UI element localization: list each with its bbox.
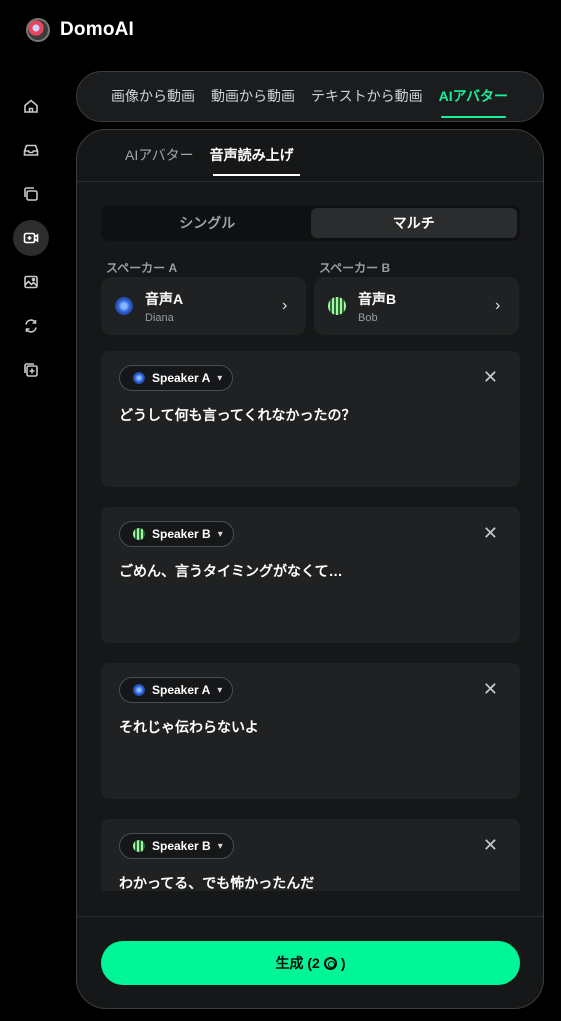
tab-ai-avatar[interactable]: AIアバター xyxy=(439,71,508,122)
refresh-icon xyxy=(25,319,37,333)
speaker-b-selector[interactable]: 音声B Bob › xyxy=(314,277,519,335)
generate-label: 生成 (2 xyxy=(275,955,320,971)
coin-icon xyxy=(323,956,337,970)
speaker-a-label: スペーカー A xyxy=(106,261,178,275)
line-speaker-label: Speaker A xyxy=(152,683,211,697)
line-text[interactable]: わかってる、でも怖かったんだ xyxy=(119,873,314,891)
voice-b-icon xyxy=(133,840,145,852)
line-speaker-label: Speaker A xyxy=(152,371,211,385)
toggle-single[interactable]: シングル xyxy=(104,208,311,238)
tab-video-to-video[interactable]: 動画から動画 xyxy=(211,71,295,122)
line-speaker-select[interactable]: Speaker B ▾ xyxy=(119,521,234,547)
tab-image-to-video[interactable]: 画像から動画 xyxy=(111,71,195,122)
voice-a-icon xyxy=(115,297,133,315)
voice-b-icon xyxy=(133,528,145,540)
sidebar-item-image[interactable] xyxy=(13,264,49,300)
generate-label-end: ) xyxy=(340,955,346,971)
generate-button[interactable]: 生成 (2 ) xyxy=(101,941,520,985)
sidebar-item-ai-avatar[interactable] xyxy=(13,220,49,256)
layers-icon xyxy=(24,187,38,201)
tab-text-to-video[interactable]: テキストから動画 xyxy=(311,71,423,122)
line-text[interactable]: それじゃ伝わらないよ xyxy=(119,717,259,737)
image-icon xyxy=(24,275,38,289)
sub-tabs: AIアバター 音声読み上げ xyxy=(77,130,543,182)
chevron-down-icon: ▾ xyxy=(217,840,223,852)
sidebar-item-home[interactable] xyxy=(13,88,49,124)
sidebar-item-layers[interactable] xyxy=(13,176,49,212)
sidebar-item-add-media[interactable] xyxy=(13,352,49,388)
speaker-a-selector[interactable]: 音声A Diana › xyxy=(101,277,306,335)
dialogue-line: Speaker B ▾ ✕ ごめん、言うタイミングがなくて… xyxy=(101,507,520,643)
close-icon[interactable]: ✕ xyxy=(483,368,498,386)
chevron-down-icon: ▾ xyxy=(217,372,223,384)
voice-b-icon xyxy=(328,297,346,315)
mode-tabs: 画像から動画 動画から動画 テキストから動画 AIアバター xyxy=(76,71,544,122)
speaker-a-voice: Diana xyxy=(145,311,174,324)
line-text[interactable]: ごめん、言うタイミングがなくて… xyxy=(119,561,343,581)
sidebar-item-refresh[interactable] xyxy=(13,308,49,344)
app-name: DomoAI xyxy=(60,19,135,40)
speaker-b-label: スペーカー B xyxy=(319,261,391,275)
speaker-a-name: 音声A xyxy=(145,290,184,307)
chevron-right-icon: › xyxy=(282,297,288,314)
line-speaker-label: Speaker B xyxy=(152,527,211,541)
main-panel: AIアバター 音声読み上げ シングル マルチ スペーカー A スペーカー B 音… xyxy=(76,129,544,1009)
voice-a-icon xyxy=(133,684,145,696)
voice-a-icon xyxy=(133,372,145,384)
dialogue-line: Speaker A ▾ ✕ それじゃ伝わらないよ xyxy=(101,663,520,799)
speaker-mode-toggle: シングル マルチ xyxy=(101,205,520,241)
dialogue-lines: Speaker A ▾ ✕ どうして何も言ってくれなかったの？ Speaker … xyxy=(101,351,520,891)
subtab-text-to-speech[interactable]: 音声読み上げ xyxy=(210,145,300,181)
toggle-multi[interactable]: マルチ xyxy=(310,208,517,238)
line-speaker-select[interactable]: Speaker B ▾ xyxy=(119,833,234,859)
dialogue-line: Speaker B ▾ ✕ わかってる、でも怖かったんだ xyxy=(101,819,520,891)
home-icon xyxy=(24,99,38,113)
video-plus-icon xyxy=(23,232,39,244)
speaker-b-voice: Bob xyxy=(358,311,378,324)
chevron-down-icon: ▾ xyxy=(217,684,223,696)
chevron-right-icon: › xyxy=(495,297,501,314)
sidebar-item-inbox[interactable] xyxy=(13,132,49,168)
subtab-ai-avatar[interactable]: AIアバター xyxy=(125,145,194,181)
brand[interactable]: DomoAI xyxy=(26,18,134,42)
dialogue-line: Speaker A ▾ ✕ どうして何も言ってくれなかったの？ xyxy=(101,351,520,487)
line-text[interactable]: どうして何も言ってくれなかったの？ xyxy=(119,405,355,425)
divider xyxy=(77,916,543,917)
sidebar xyxy=(13,88,49,388)
close-icon[interactable]: ✕ xyxy=(483,680,498,698)
close-icon[interactable]: ✕ xyxy=(483,836,498,854)
logo-icon xyxy=(26,18,50,42)
chevron-down-icon: ▾ xyxy=(217,528,223,540)
line-speaker-select[interactable]: Speaker A ▾ xyxy=(119,677,234,703)
inbox-icon xyxy=(23,144,39,156)
close-icon[interactable]: ✕ xyxy=(483,524,498,542)
add-media-icon xyxy=(24,363,38,377)
line-speaker-label: Speaker B xyxy=(152,839,211,853)
speaker-b-name: 音声B xyxy=(358,290,397,307)
line-speaker-select[interactable]: Speaker A ▾ xyxy=(119,365,234,391)
